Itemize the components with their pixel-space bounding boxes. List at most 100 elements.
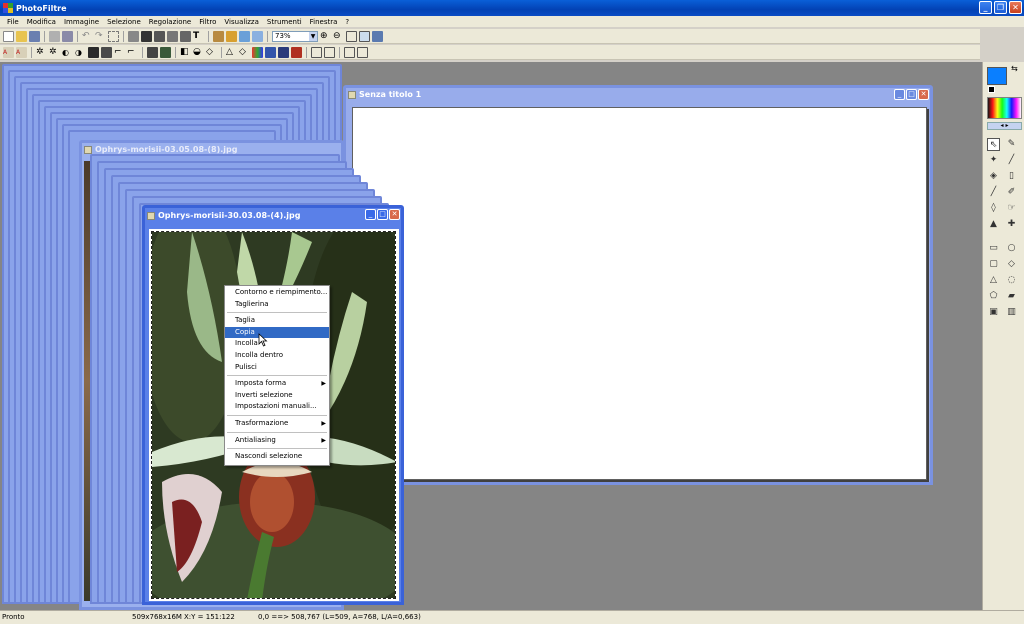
menu-finestra[interactable]: Finestra bbox=[306, 18, 342, 26]
close-button[interactable]: ✕ bbox=[1009, 1, 1022, 14]
scan-icon[interactable] bbox=[62, 30, 73, 42]
blur-icon[interactable] bbox=[160, 46, 171, 58]
spray-icon[interactable]: ▯ bbox=[1005, 170, 1018, 183]
frame-icon[interactable] bbox=[324, 46, 335, 58]
menu-filtro[interactable]: Filtro bbox=[195, 18, 220, 26]
palette-scroll[interactable]: ◂ ▸ bbox=[987, 122, 1022, 130]
window-title-bar[interactable]: Senza titolo 1 bbox=[346, 88, 930, 101]
brush-icon[interactable]: ╱ bbox=[987, 186, 1000, 199]
window-title-bar[interactable]: Ophrys-morisii-30.03.08-(4).jpg bbox=[145, 208, 401, 223]
paste-image-icon[interactable] bbox=[180, 30, 191, 42]
fit-window-icon[interactable] bbox=[359, 30, 370, 42]
menu-strumenti[interactable]: Strumenti bbox=[263, 18, 306, 26]
menu-item-incolla-dentro[interactable]: Incolla dentro bbox=[225, 350, 329, 362]
fill-bucket-icon[interactable]: ◈ bbox=[987, 170, 1000, 183]
gamma-plus-icon[interactable]: ⌐ bbox=[114, 47, 125, 58]
text-icon[interactable]: T bbox=[193, 31, 204, 42]
menu-regolazione[interactable]: Regolazione bbox=[145, 18, 195, 26]
grayscale-icon[interactable] bbox=[128, 30, 139, 42]
variations-icon[interactable] bbox=[278, 46, 289, 58]
foreground-color-swatch[interactable] bbox=[987, 67, 1007, 85]
close-button[interactable]: ✕ bbox=[918, 89, 929, 100]
triangle-icon[interactable]: △ bbox=[226, 47, 237, 58]
contrast-minus-icon[interactable]: ◑ bbox=[75, 47, 86, 58]
sharpen-icon[interactable] bbox=[147, 46, 158, 58]
selection-tool-icon[interactable]: ⇖ bbox=[987, 138, 1000, 151]
selection-mode-alt-icon[interactable]: ▥ bbox=[1005, 306, 1018, 319]
menu-item-impostazioni-manuali[interactable]: Impostazioni manuali... bbox=[225, 401, 329, 413]
merge-icon[interactable] bbox=[344, 46, 355, 58]
magic-wand-icon[interactable]: ✦ bbox=[987, 154, 1000, 167]
minimize-button[interactable]: _ bbox=[979, 1, 992, 14]
preferences-icon[interactable] bbox=[252, 30, 263, 42]
menu-item-antialiasing[interactable]: Antialiasing ▶ bbox=[225, 435, 329, 447]
menu-visualizza[interactable]: Visualizza bbox=[220, 18, 262, 26]
automation-icon[interactable] bbox=[226, 30, 237, 42]
fullscreen-icon[interactable] bbox=[372, 30, 383, 42]
red-eye-icon[interactable] bbox=[291, 46, 302, 58]
menu-file[interactable]: File bbox=[3, 18, 23, 26]
maximize-button[interactable]: □ bbox=[906, 89, 917, 100]
copy-image-icon[interactable] bbox=[167, 30, 178, 42]
auto-levels-icon[interactable]: A bbox=[3, 46, 14, 58]
save-icon[interactable] bbox=[29, 30, 40, 42]
clone-icon[interactable]: ✚ bbox=[1005, 218, 1018, 231]
menu-item-contorno[interactable]: Contorno e riempimento... bbox=[225, 287, 329, 299]
image-size-icon[interactable] bbox=[141, 30, 152, 42]
menu-help[interactable]: ? bbox=[341, 18, 353, 26]
brightness-plus-icon[interactable]: ✲ bbox=[36, 47, 47, 58]
image-browser-icon[interactable] bbox=[239, 30, 250, 42]
print-icon[interactable] bbox=[49, 30, 60, 42]
crop-icon[interactable] bbox=[108, 30, 119, 42]
actual-size-icon[interactable] bbox=[346, 30, 357, 42]
blur-drop-icon[interactable]: ◊ bbox=[987, 202, 1000, 215]
stack-icon[interactable] bbox=[357, 46, 368, 58]
explorer-icon[interactable] bbox=[213, 30, 224, 42]
contrast-plus-icon[interactable]: ◐ bbox=[62, 47, 73, 58]
eyedropper-icon[interactable]: ✎ bbox=[1005, 138, 1018, 151]
open-folder-icon[interactable] bbox=[16, 30, 27, 42]
blank-image-window[interactable]: Senza titolo 1 _ □ ✕ bbox=[343, 85, 933, 485]
hue-icon[interactable] bbox=[265, 46, 276, 58]
rotate-icon[interactable] bbox=[311, 46, 322, 58]
diamond-icon[interactable]: ◇ bbox=[1005, 258, 1018, 271]
menu-item-taglierina[interactable]: Taglierina bbox=[225, 299, 329, 311]
close-button[interactable]: ✕ bbox=[389, 209, 400, 220]
app-title-bar[interactable]: PhotoFiltre _ ❐ ✕ bbox=[0, 0, 1024, 16]
canvas-size-icon[interactable] bbox=[154, 30, 165, 42]
redo-icon[interactable]: ↷ bbox=[95, 31, 106, 42]
auto-contrast-icon[interactable]: A bbox=[16, 46, 27, 58]
rectangle-icon[interactable]: ▭ bbox=[987, 242, 1000, 255]
menu-item-incolla[interactable]: Incolla bbox=[225, 338, 329, 350]
menu-item-inverti-selezione[interactable]: Inverti selezione bbox=[225, 390, 329, 402]
color-balance-icon[interactable] bbox=[252, 46, 263, 58]
smudge-icon[interactable]: ☞ bbox=[1005, 202, 1018, 215]
swap-colors-icon[interactable]: ⇆ bbox=[1011, 64, 1018, 73]
selection-mode-icon[interactable]: ▣ bbox=[987, 306, 1000, 319]
fade-icon[interactable]: ◇ bbox=[239, 47, 250, 58]
flip-horizontal-icon[interactable]: ◧ bbox=[180, 47, 191, 58]
zoom-select[interactable]: 73% ▼ bbox=[272, 30, 318, 42]
zoom-out-icon[interactable]: ⊖ bbox=[333, 31, 344, 42]
menu-selezione[interactable]: Selezione bbox=[103, 18, 145, 26]
color-palette[interactable] bbox=[987, 97, 1022, 119]
new-file-icon[interactable] bbox=[3, 30, 14, 42]
menu-item-trasformazione[interactable]: Trasformazione ▶ bbox=[225, 418, 329, 430]
brightness-minus-icon[interactable]: ✲ bbox=[49, 47, 60, 58]
gamma-minus-icon[interactable]: ⌐ bbox=[127, 47, 138, 58]
open-shape-icon[interactable]: ▰ bbox=[1005, 290, 1018, 303]
maximize-button[interactable]: □ bbox=[377, 209, 388, 220]
advanced-brush-icon[interactable]: ✐ bbox=[1005, 186, 1018, 199]
minimize-button[interactable]: _ bbox=[365, 209, 376, 220]
polygon-icon[interactable]: ⬠ bbox=[987, 290, 1000, 303]
menu-item-taglia[interactable]: Taglia bbox=[225, 315, 329, 327]
triangle-icon[interactable]: △ bbox=[987, 274, 1000, 287]
chevron-down-icon[interactable]: ▼ bbox=[309, 31, 317, 41]
undo-icon[interactable]: ↶ bbox=[82, 31, 93, 42]
menu-item-pulisci[interactable]: Pulisci bbox=[225, 362, 329, 374]
ellipse-icon[interactable]: ○ bbox=[1005, 242, 1018, 255]
flip-vertical-icon[interactable]: ◒ bbox=[193, 47, 204, 58]
stamp-icon[interactable]: ▲ bbox=[987, 218, 1000, 231]
drop-icon[interactable]: ◇ bbox=[206, 47, 217, 58]
menu-item-copia[interactable]: Copia bbox=[225, 326, 329, 339]
